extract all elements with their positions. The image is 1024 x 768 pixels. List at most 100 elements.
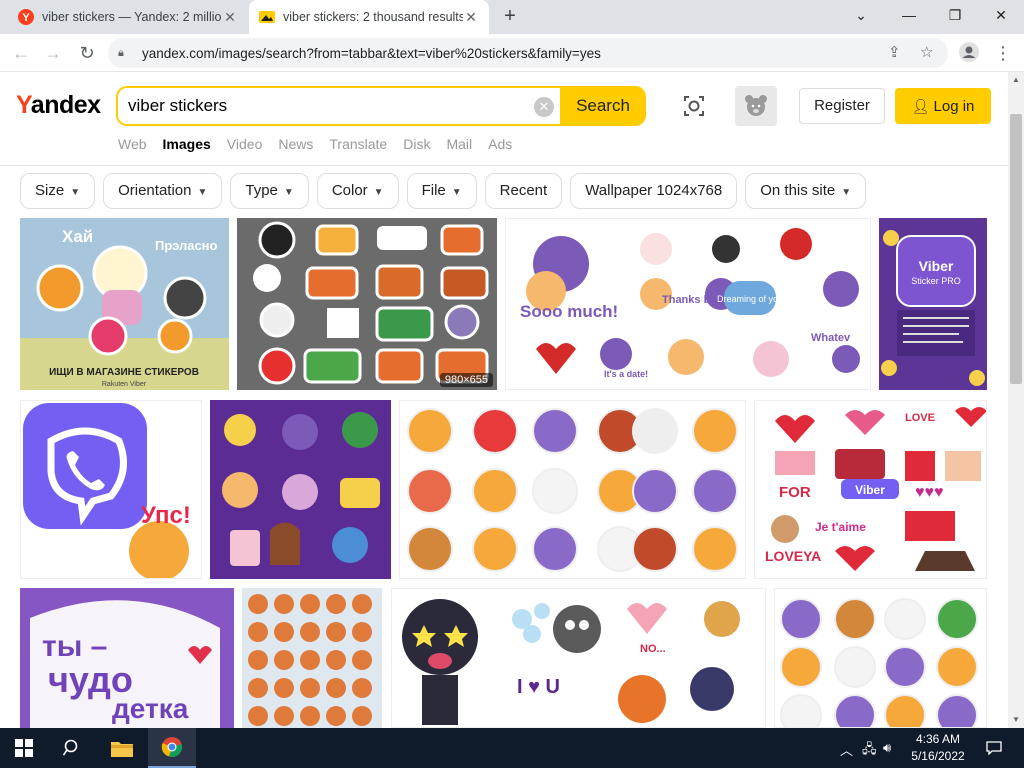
yandex-logo[interactable]: Yandex bbox=[16, 91, 101, 120]
image-search-camera-icon[interactable] bbox=[682, 94, 706, 118]
chevron-down-icon: ▼ bbox=[197, 187, 208, 198]
search-box: ✕ Search bbox=[116, 86, 646, 126]
svg-text:Sticker PRO: Sticker PRO bbox=[911, 276, 961, 286]
tray-chevron-up-icon[interactable]: ︿ bbox=[840, 740, 853, 759]
lock-icon: 🔒︎ bbox=[118, 46, 124, 59]
result-image[interactable]: Хай Прэласно ИЩИ В МАГАЗИНЕ СТИКЕРОВ Rak… bbox=[20, 218, 229, 390]
service-ads[interactable]: Ads bbox=[488, 136, 512, 152]
maximize-button[interactable]: ❐ bbox=[932, 0, 978, 30]
chevron-down-icon: ▼ bbox=[451, 187, 462, 198]
filter-type[interactable]: Type ▼ bbox=[230, 173, 309, 209]
scrollbar-thumb[interactable] bbox=[1010, 114, 1022, 384]
svg-text:LOVEYA: LOVEYA bbox=[765, 548, 821, 564]
chrome-taskbar-icon[interactable] bbox=[148, 728, 196, 768]
notifications-icon[interactable] bbox=[976, 728, 1012, 768]
svg-text:It's a date!: It's a date! bbox=[604, 369, 648, 379]
result-image[interactable] bbox=[399, 400, 746, 579]
svg-text:детка: детка bbox=[112, 693, 189, 724]
service-translate[interactable]: Translate bbox=[329, 136, 387, 152]
svg-text:FOR: FOR bbox=[779, 484, 811, 501]
search-icon[interactable] bbox=[48, 728, 96, 768]
scroll-down-icon[interactable]: ▼ bbox=[1008, 712, 1024, 728]
minimize-button[interactable]: — bbox=[886, 0, 932, 30]
tab-close-icon[interactable]: ✕ bbox=[222, 9, 238, 26]
result-image[interactable]: ты – чудо детка bbox=[20, 588, 234, 728]
login-button[interactable]: 👤︎ Log in bbox=[895, 88, 991, 124]
filter-bar: Size ▼ Orientation ▼ Type ▼ Color ▼ File ▼ Re… bbox=[20, 173, 874, 209]
tab-title: viber stickers — Yandex: 2 million bbox=[42, 10, 222, 24]
bookmark-star-icon[interactable]: ☆ bbox=[920, 43, 933, 61]
page-scrollbar[interactable]: ▲ ▼ bbox=[1008, 72, 1024, 728]
service-web[interactable]: Web bbox=[118, 136, 147, 152]
service-disk[interactable]: Disk bbox=[403, 136, 430, 152]
tab-close-icon[interactable]: ✕ bbox=[463, 9, 479, 26]
result-image[interactable]: 980×655 bbox=[237, 218, 497, 390]
result-image[interactable]: NO... I ♥ U bbox=[391, 588, 766, 728]
service-mail[interactable]: Mail bbox=[446, 136, 472, 152]
tab-search-chevron-icon[interactable]: ⌄ bbox=[838, 0, 884, 30]
svg-text:♥♥♥: ♥♥♥ bbox=[915, 484, 944, 501]
result-image[interactable]: Sooo much! Thanks babe! Dreaming of you … bbox=[505, 218, 871, 390]
back-arrow-icon[interactable]: ← bbox=[10, 42, 32, 64]
image-dimensions-badge: 980×655 bbox=[439, 373, 493, 387]
filter-wallpaper[interactable]: Wallpaper 1024x768 bbox=[570, 173, 738, 209]
svg-text:Rakuten Viber: Rakuten Viber bbox=[102, 381, 147, 388]
svg-text:Y: Y bbox=[22, 12, 30, 24]
windows-start-icon[interactable] bbox=[0, 728, 48, 768]
filter-color[interactable]: Color ▼ bbox=[316, 173, 399, 209]
file-explorer-icon[interactable] bbox=[98, 728, 146, 768]
network-icon[interactable]: 🖧︎ bbox=[862, 740, 877, 762]
chevron-down-icon: ▼ bbox=[841, 187, 852, 198]
svg-text:LOVE: LOVE bbox=[905, 412, 935, 424]
address-bar[interactable]: 🔒︎ yandex.com/images/search?from=tabbar&… bbox=[108, 38, 948, 68]
browser-toolbar: ← → ↻ 🔒︎ yandex.com/images/search?from=t… bbox=[0, 34, 1024, 72]
new-tab-button[interactable]: + bbox=[498, 4, 522, 28]
service-news[interactable]: News bbox=[278, 136, 313, 152]
search-input[interactable] bbox=[128, 95, 528, 117]
taskbar-clock[interactable]: 4:36 AM 5/16/2022 bbox=[902, 731, 974, 765]
yandex-images-favicon-icon bbox=[259, 11, 275, 23]
browser-menu-icon[interactable]: ⋮ bbox=[992, 42, 1014, 64]
clock-date: 5/16/2022 bbox=[911, 749, 965, 763]
clock-time: 4:36 AM bbox=[915, 732, 961, 746]
profile-avatar-icon[interactable] bbox=[958, 42, 980, 64]
result-image[interactable] bbox=[242, 588, 382, 728]
yandex-favicon-icon: Y bbox=[18, 9, 34, 25]
service-images[interactable]: Images bbox=[163, 136, 211, 152]
svg-text:ИЩИ В МАГАЗИНЕ СТИКЕРОВ: ИЩИ В МАГАЗИНЕ СТИКЕРОВ bbox=[49, 367, 199, 378]
result-image[interactable] bbox=[210, 400, 391, 579]
register-button[interactable]: Register bbox=[799, 88, 885, 124]
filter-on-this-site[interactable]: On this site ▼ bbox=[745, 173, 867, 209]
svg-text:Dreaming of you: Dreaming of you bbox=[717, 294, 783, 304]
forward-arrow-icon[interactable]: → bbox=[42, 42, 64, 64]
children-mode-bear-icon[interactable] bbox=[735, 86, 777, 126]
url-text: yandex.com/images/search?from=tabbar&tex… bbox=[142, 45, 601, 61]
filter-orientation[interactable]: Orientation ▼ bbox=[103, 173, 223, 209]
result-image[interactable]: Упс! bbox=[20, 400, 202, 579]
tab-yandex-search[interactable]: Y viber stickers — Yandex: 2 million ✕ bbox=[8, 0, 248, 34]
windows-taskbar: ︿ 🖧︎ 🔊︎ 4:36 AM 5/16/2022 bbox=[0, 728, 1024, 768]
svg-text:Sooo much!: Sooo much! bbox=[520, 302, 618, 321]
chevron-down-icon: ▼ bbox=[70, 187, 81, 198]
clear-search-icon[interactable]: ✕ bbox=[534, 97, 554, 117]
service-video[interactable]: Video bbox=[227, 136, 263, 152]
tab-images-active[interactable]: viber stickers: 2 thousand results ✕ bbox=[249, 0, 489, 34]
scroll-up-icon[interactable]: ▲ bbox=[1008, 72, 1024, 88]
filter-recent[interactable]: Recent bbox=[484, 173, 563, 209]
share-icon[interactable]: ⇪ bbox=[888, 43, 901, 61]
result-image[interactable]: LOVE FOR Viber ♥♥♥ Je t'aime LOVEYA bbox=[754, 400, 987, 579]
svg-text:I ♥ U: I ♥ U bbox=[517, 676, 560, 698]
user-icon: 👤︎ bbox=[911, 98, 930, 114]
close-window-button[interactable]: ✕ bbox=[978, 0, 1024, 30]
services-nav: Web Images Video News Translate Disk Mai… bbox=[118, 136, 528, 152]
svg-text:Whatev: Whatev bbox=[811, 332, 851, 344]
result-image[interactable] bbox=[774, 588, 987, 728]
search-button[interactable]: Search bbox=[560, 86, 646, 126]
filter-file[interactable]: File ▼ bbox=[406, 173, 477, 209]
volume-icon[interactable]: 🔊︎ bbox=[883, 740, 891, 756]
result-image[interactable]: Viber Sticker PRO bbox=[879, 218, 987, 390]
svg-text:Упс!: Упс! bbox=[141, 502, 191, 529]
chevron-down-icon: ▼ bbox=[373, 187, 384, 198]
filter-size[interactable]: Size ▼ bbox=[20, 173, 96, 209]
reload-icon[interactable]: ↻ bbox=[76, 42, 98, 64]
